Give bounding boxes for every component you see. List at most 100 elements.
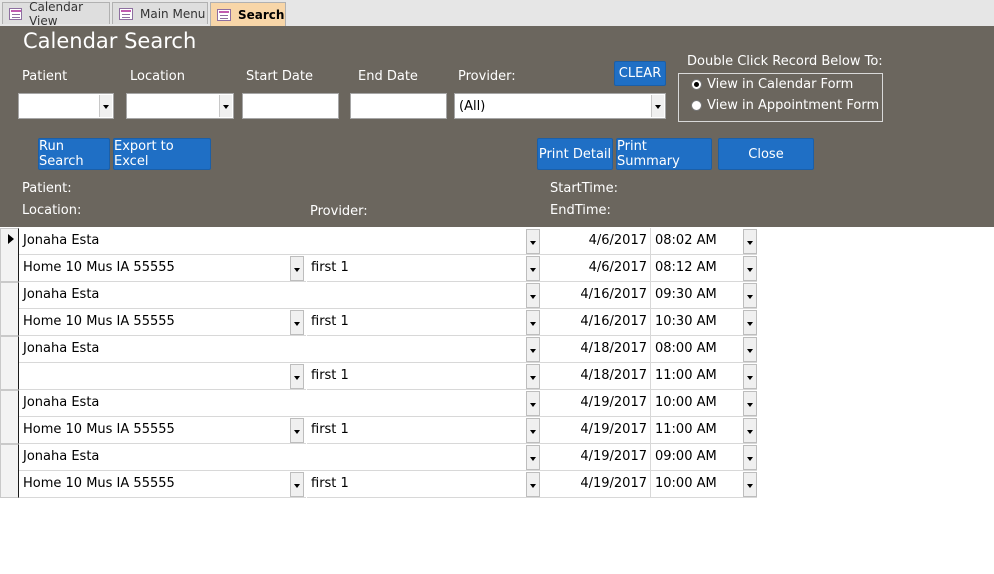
radio-calendar-form-label[interactable]: View in Calendar Form [707,77,853,92]
end-date-cell[interactable]: 4/6/2017 [541,255,651,282]
location-combo[interactable] [126,93,234,119]
start-time-cell[interactable]: 10:00 AM [651,390,757,417]
patient-cell-value: Jonaha Esta [23,287,100,302]
location-cell[interactable]: Home 10 Mus IA 55555 [19,417,306,444]
run-search-button[interactable]: Run Search [38,138,110,170]
print-detail-button[interactable]: Print Detail [537,138,613,170]
chevron-down-icon[interactable] [290,418,304,443]
chevron-down-icon[interactable] [526,256,540,281]
patient-cell[interactable]: Jonaha Esta [19,444,541,471]
record-selector[interactable] [0,390,19,444]
patient-label: Patient [22,69,68,84]
clear-button[interactable]: CLEAR [614,61,666,86]
start-date-field[interactable] [242,93,339,119]
patient-combo[interactable] [18,93,114,119]
end-date-cell[interactable]: 4/16/2017 [541,309,651,336]
record-selector[interactable] [0,282,19,336]
provider-cell-value: first 1 [311,368,349,383]
provider-cell-value: first 1 [311,422,349,437]
record-selector[interactable] [0,336,19,390]
start-time-cell[interactable]: 08:02 AM [651,228,757,255]
location-cell[interactable]: Home 10 Mus IA 55555 [19,309,306,336]
chevron-down-icon[interactable] [526,391,540,416]
end-time-cell-value: 10:30 AM [655,314,717,329]
form-icon [9,7,23,20]
start-date-cell[interactable]: 4/18/2017 [541,336,651,363]
chevron-down-icon[interactable] [743,256,757,281]
chevron-down-icon[interactable] [743,283,757,308]
print-summary-button[interactable]: Print Summary [616,138,712,170]
end-time-cell[interactable]: 08:12 AM [651,255,757,282]
provider-cell[interactable]: first 1 [307,309,541,336]
patient-cell[interactable]: Jonaha Esta [19,282,541,309]
chevron-down-icon[interactable] [743,364,757,389]
patient-cell[interactable]: Jonaha Esta [19,390,541,417]
end-date-cell-value: 4/16/2017 [580,314,647,329]
start-time-cell[interactable]: 09:30 AM [651,282,757,309]
patient-cell[interactable]: Jonaha Esta [19,336,541,363]
chevron-down-icon[interactable] [99,95,112,117]
end-time-cell[interactable]: 10:30 AM [651,309,757,336]
end-date-field[interactable] [350,93,447,119]
export-to-excel-button[interactable]: Export to Excel [113,138,211,170]
chevron-down-icon[interactable] [290,256,304,281]
chevron-down-icon[interactable] [526,229,540,254]
chevron-down-icon[interactable] [743,391,757,416]
end-time-cell[interactable]: 11:00 AM [651,417,757,444]
start-time-cell-value: 08:02 AM [655,233,717,248]
record-selector[interactable] [0,444,19,498]
end-date-cell-value: 4/18/2017 [580,368,647,383]
chevron-down-icon[interactable] [526,337,540,362]
end-time-cell-value: 08:12 AM [655,260,717,275]
chevron-down-icon[interactable] [526,445,540,470]
end-date-cell[interactable]: 4/19/2017 [541,417,651,444]
start-date-cell[interactable]: 4/16/2017 [541,282,651,309]
chevron-down-icon[interactable] [743,337,757,362]
end-time-cell[interactable]: 10:00 AM [651,471,757,498]
end-time-cell[interactable]: 11:00 AM [651,363,757,390]
patient-cell[interactable]: Jonaha Esta [19,228,541,255]
provider-cell[interactable]: first 1 [307,363,541,390]
start-time-cell[interactable]: 08:00 AM [651,336,757,363]
chevron-down-icon[interactable] [290,472,304,497]
chevron-down-icon[interactable] [219,95,232,117]
chevron-down-icon[interactable] [290,364,304,389]
chevron-down-icon[interactable] [743,229,757,254]
radio-appointment-form-label[interactable]: View in Appointment Form [707,98,879,113]
radio-calendar-form[interactable] [691,79,702,90]
location-cell[interactable] [19,363,306,390]
form-icon [217,8,231,21]
record-selector[interactable] [0,228,19,282]
provider-cell[interactable]: first 1 [307,471,541,498]
chevron-down-icon[interactable] [743,310,757,335]
column-label-end-time: EndTime: [550,203,611,218]
provider-cell[interactable]: first 1 [307,417,541,444]
start-date-cell[interactable]: 4/19/2017 [541,390,651,417]
tab-search[interactable]: Search [210,2,286,26]
start-date-cell[interactable]: 4/19/2017 [541,444,651,471]
chevron-down-icon[interactable] [743,472,757,497]
chevron-down-icon[interactable] [743,445,757,470]
chevron-down-icon[interactable] [651,95,664,117]
start-date-cell[interactable]: 4/6/2017 [541,228,651,255]
end-date-cell[interactable]: 4/18/2017 [541,363,651,390]
column-label-location: Location: [22,203,82,218]
location-cell[interactable]: Home 10 Mus IA 55555 [19,255,306,282]
chevron-down-icon[interactable] [526,418,540,443]
chevron-down-icon[interactable] [526,283,540,308]
start-time-cell[interactable]: 09:00 AM [651,444,757,471]
chevron-down-icon[interactable] [526,310,540,335]
chevron-down-icon[interactable] [290,310,304,335]
tab-main-menu[interactable]: Main Menu [112,2,208,24]
location-cell[interactable]: Home 10 Mus IA 55555 [19,471,306,498]
close-button[interactable]: Close [718,138,814,170]
end-date-cell[interactable]: 4/19/2017 [541,471,651,498]
provider-cell[interactable]: first 1 [307,255,541,282]
chevron-down-icon[interactable] [526,364,540,389]
radio-appointment-form[interactable] [691,100,702,111]
chevron-down-icon[interactable] [526,472,540,497]
chevron-down-icon[interactable] [743,418,757,443]
provider-combo[interactable]: (All) [454,93,666,119]
tab-calendar-view[interactable]: Calendar View [2,0,110,28]
end-time-cell-value: 10:00 AM [655,476,717,491]
